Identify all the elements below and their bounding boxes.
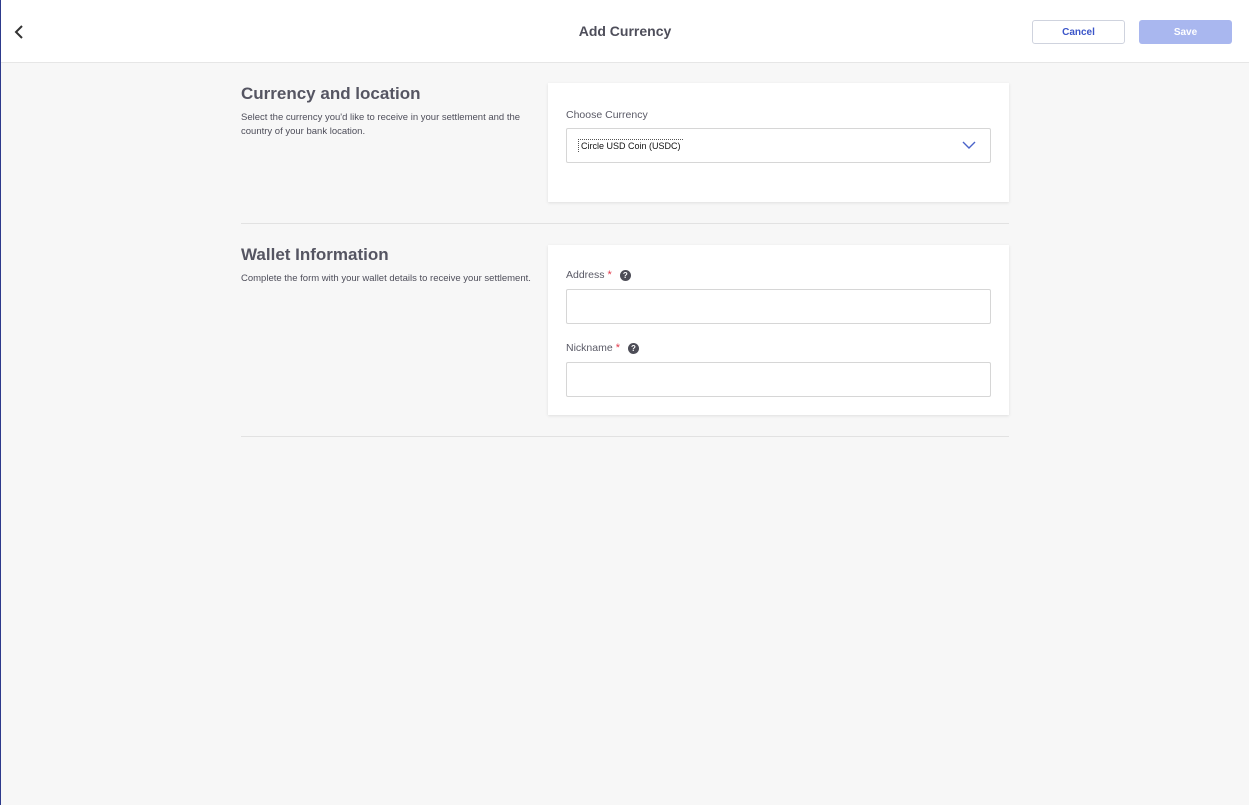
address-label: Address * ? — [566, 269, 631, 281]
window-edge — [0, 0, 1, 805]
section-divider — [241, 223, 1009, 224]
nickname-input[interactable] — [566, 362, 991, 397]
choose-currency-label-text: Choose Currency — [566, 109, 648, 121]
question-circle-icon[interactable]: ? — [619, 269, 631, 281]
wallet-section-description: Complete the form with your wallet detai… — [241, 273, 531, 284]
currency-select[interactable]: Circle USD Coin (USDC) — [566, 128, 991, 163]
address-label-text: Address — [566, 269, 605, 281]
currency-select-value: Circle USD Coin (USDC) — [578, 139, 683, 152]
wallet-card: Address * ? Nickname * ? — [548, 245, 1009, 415]
wallet-section-title: Wallet Information — [241, 245, 389, 264]
currency-section-description: Select the currency you'd like to receiv… — [241, 112, 521, 137]
top-bar: Add Currency Cancel Save — [1, 0, 1249, 63]
question-circle-icon[interactable]: ? — [627, 342, 639, 354]
nickname-label-text: Nickname — [566, 342, 613, 354]
section-divider — [241, 436, 1009, 437]
save-button[interactable]: Save — [1139, 20, 1232, 44]
cancel-button[interactable]: Cancel — [1032, 20, 1125, 44]
currency-section-title: Currency and location — [241, 84, 421, 103]
nickname-label: Nickname * ? — [566, 342, 639, 354]
required-marker: * — [615, 342, 620, 354]
choose-currency-label: Choose Currency — [566, 109, 648, 121]
required-marker: * — [607, 269, 612, 281]
currency-card: Choose Currency Circle USD Coin (USDC) — [548, 83, 1009, 202]
address-input[interactable] — [566, 289, 991, 324]
chevron-down-icon — [962, 141, 976, 149]
